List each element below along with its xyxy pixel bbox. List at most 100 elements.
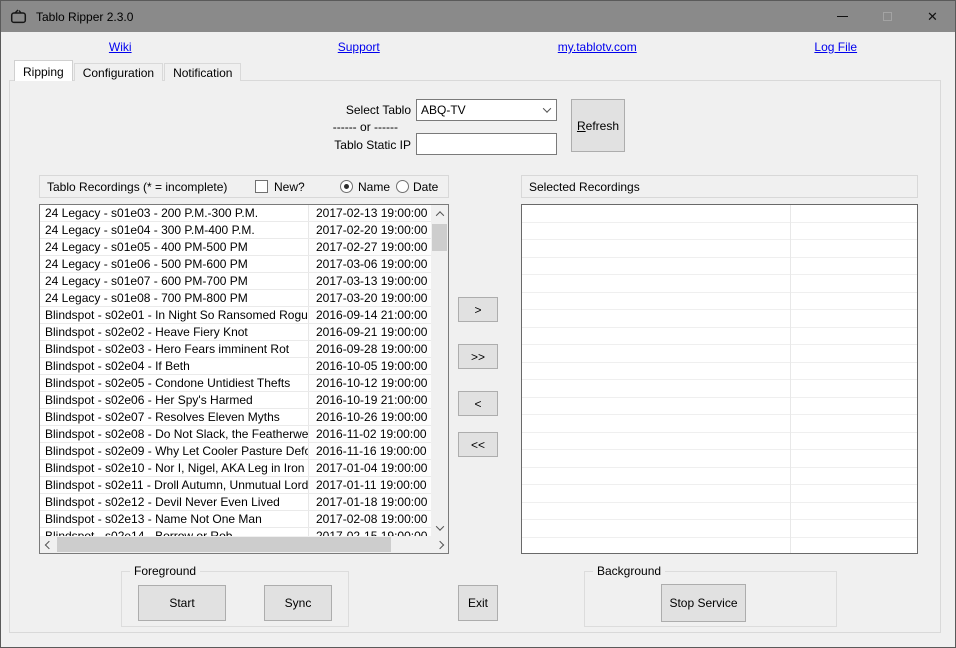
stop-service-button[interactable]: Stop Service	[661, 584, 746, 622]
start-button[interactable]: Start	[138, 585, 226, 621]
minimize-button[interactable]	[820, 1, 865, 32]
recording-date: 2016-11-02 19:00:00	[309, 426, 431, 442]
tablo-select-value: ABQ-TV	[417, 103, 538, 117]
empty-grid-row	[522, 433, 917, 451]
wiki-link[interactable]: Wiki	[1, 40, 240, 57]
sort-date-radio[interactable]	[396, 180, 409, 193]
recording-date: 2017-01-04 19:00:00	[309, 460, 431, 476]
recording-name: Blindspot - s02e07 - Resolves Eleven Myt…	[40, 409, 309, 425]
recording-row[interactable]: Blindspot - s02e03 - Hero Fears imminent…	[40, 341, 431, 358]
empty-grid-row	[522, 345, 917, 363]
empty-grid-row	[522, 415, 917, 433]
horizontal-scroll-thumb[interactable]	[57, 537, 391, 552]
recording-row[interactable]: 24 Legacy - s01e04 - 300 P.M-400 P.M.201…	[40, 222, 431, 239]
recording-row[interactable]: Blindspot - s02e01 - In Night So Ransome…	[40, 307, 431, 324]
remove-all-button[interactable]: <<	[458, 432, 498, 457]
add-all-button[interactable]: >>	[458, 344, 498, 369]
background-group-label: Background	[593, 564, 665, 578]
recording-row[interactable]: 24 Legacy - s01e06 - 500 PM-600 PM2017-0…	[40, 256, 431, 273]
recording-row[interactable]: 24 Legacy - s01e08 - 700 PM-800 PM2017-0…	[40, 290, 431, 307]
recording-date: 2016-10-26 19:00:00	[309, 409, 431, 425]
empty-grid-row	[522, 275, 917, 293]
empty-grid-row	[522, 398, 917, 416]
selected-recordings-grid[interactable]	[521, 204, 918, 554]
recording-date: 2017-01-11 19:00:00	[309, 477, 431, 493]
empty-grid-row	[522, 380, 917, 398]
sort-name-radio[interactable]	[340, 180, 353, 193]
log-file-link[interactable]: Log File	[717, 40, 956, 57]
recording-name: Blindspot - s02e13 - Name Not One Man	[40, 511, 309, 527]
recording-name: Blindspot - s02e09 - Why Let Cooler Past…	[40, 443, 309, 459]
window-controls: ✕	[820, 1, 955, 32]
remove-selected-button[interactable]: <	[458, 391, 498, 416]
scroll-down-icon[interactable]	[431, 519, 448, 536]
recording-name: Blindspot - s02e11 - Droll Autumn, Unmut…	[40, 477, 309, 493]
chevron-down-icon	[538, 107, 556, 113]
static-ip-input[interactable]	[416, 133, 557, 155]
or-separator-label: ------ or ------	[321, 120, 398, 134]
recording-row[interactable]: Blindspot - s02e04 - If Beth2016-10-05 1…	[40, 358, 431, 375]
recording-date: 2016-09-21 19:00:00	[309, 324, 431, 340]
recording-row[interactable]: Blindspot - s02e09 - Why Let Cooler Past…	[40, 443, 431, 460]
empty-grid-row	[522, 205, 917, 223]
window-title: Tablo Ripper 2.3.0	[36, 10, 133, 24]
sync-button[interactable]: Sync	[264, 585, 332, 621]
scroll-left-icon[interactable]	[40, 536, 57, 553]
recording-date: 2017-03-13 19:00:00	[309, 273, 431, 289]
recordings-list[interactable]: 24 Legacy - s01e03 - 200 P.M.-300 P.M. 20…	[39, 204, 449, 554]
recordings-header-label: Tablo Recordings (* = incomplete)	[47, 180, 227, 194]
support-link[interactable]: Support	[240, 40, 479, 57]
tab-notification[interactable]: Notification	[164, 63, 241, 81]
selected-header-label: Selected Recordings	[529, 180, 640, 194]
refresh-button[interactable]: Refresh	[571, 99, 625, 152]
scroll-right-icon[interactable]	[431, 536, 448, 553]
empty-grid-row	[522, 468, 917, 486]
selected-grid-rows	[522, 205, 917, 554]
horizontal-scrollbar[interactable]	[40, 536, 448, 553]
recording-name: Blindspot - s02e01 - In Night So Ransome…	[40, 307, 309, 323]
recording-row[interactable]: 24 Legacy - s01e03 - 200 P.M.-300 P.M.20…	[40, 205, 431, 222]
recording-row[interactable]: Blindspot - s02e05 - Condone Untidiest T…	[40, 375, 431, 392]
close-button[interactable]: ✕	[910, 1, 955, 32]
recording-row[interactable]: 24 Legacy - s01e05 - 400 PM-500 PM2017-0…	[40, 239, 431, 256]
add-selected-button[interactable]: >	[458, 297, 498, 322]
tablo-select-dropdown[interactable]: ABQ-TV	[416, 99, 557, 121]
maximize-button[interactable]	[865, 1, 910, 32]
empty-grid-row	[522, 310, 917, 328]
vertical-scroll-thumb[interactable]	[432, 224, 447, 251]
recording-date: 2016-11-16 19:00:00	[309, 443, 431, 459]
sort-date-label[interactable]: Date	[413, 180, 438, 194]
recording-date: 2017-02-27 19:00:00	[309, 239, 431, 255]
recording-row[interactable]: Blindspot - s02e06 - Her Spy's Harmed201…	[40, 392, 431, 409]
tab-configuration[interactable]: Configuration	[74, 63, 163, 81]
new-checkbox-label[interactable]: New?	[274, 180, 305, 194]
sort-name-label[interactable]: Name	[358, 180, 390, 194]
select-tablo-label: Select Tablo	[321, 103, 411, 117]
recording-row[interactable]: Blindspot - s02e08 - Do Not Slack, the F…	[40, 426, 431, 443]
scroll-up-icon[interactable]	[431, 205, 448, 222]
recording-name: Blindspot - s02e06 - Her Spy's Harmed	[40, 392, 309, 408]
recording-row[interactable]: Blindspot - s02e07 - Resolves Eleven Myt…	[40, 409, 431, 426]
recording-row[interactable]: 24 Legacy - s01e07 - 600 PM-700 PM2017-0…	[40, 273, 431, 290]
empty-grid-row	[522, 363, 917, 381]
recording-name: Blindspot - s02e04 - If Beth	[40, 358, 309, 374]
recording-row[interactable]: Blindspot - s02e13 - Name Not One Man201…	[40, 511, 431, 528]
recording-name: 24 Legacy - s01e04 - 300 P.M-400 P.M.	[40, 222, 309, 238]
recording-name: 24 Legacy - s01e03 - 200 P.M.-300 P.M.	[40, 205, 309, 221]
recording-row[interactable]: Blindspot - s02e10 - Nor I, Nigel, AKA L…	[40, 460, 431, 477]
new-checkbox[interactable]	[255, 180, 268, 193]
grid-column-divider	[790, 205, 791, 553]
recording-row[interactable]: Blindspot - s02e12 - Devil Never Even Li…	[40, 494, 431, 511]
recording-row[interactable]: Blindspot - s02e14 - Borrow or Rob2017-0…	[40, 528, 431, 536]
recording-name: Blindspot - s02e08 - Do Not Slack, the F…	[40, 426, 309, 442]
exit-button[interactable]: Exit	[458, 585, 498, 621]
mytablotv-link[interactable]: my.tablotv.com	[478, 40, 717, 57]
recording-name: 24 Legacy - s01e05 - 400 PM-500 PM	[40, 239, 309, 255]
recording-name: 24 Legacy - s01e07 - 600 PM-700 PM	[40, 273, 309, 289]
tab-ripping[interactable]: Ripping	[14, 60, 73, 81]
maximize-icon	[883, 12, 892, 21]
vertical-scrollbar[interactable]	[431, 205, 448, 536]
recording-row[interactable]: Blindspot - s02e11 - Droll Autumn, Unmut…	[40, 477, 431, 494]
recording-date: 2017-03-20 19:00:00	[309, 290, 431, 306]
recording-row[interactable]: Blindspot - s02e02 - Heave Fiery Knot201…	[40, 324, 431, 341]
